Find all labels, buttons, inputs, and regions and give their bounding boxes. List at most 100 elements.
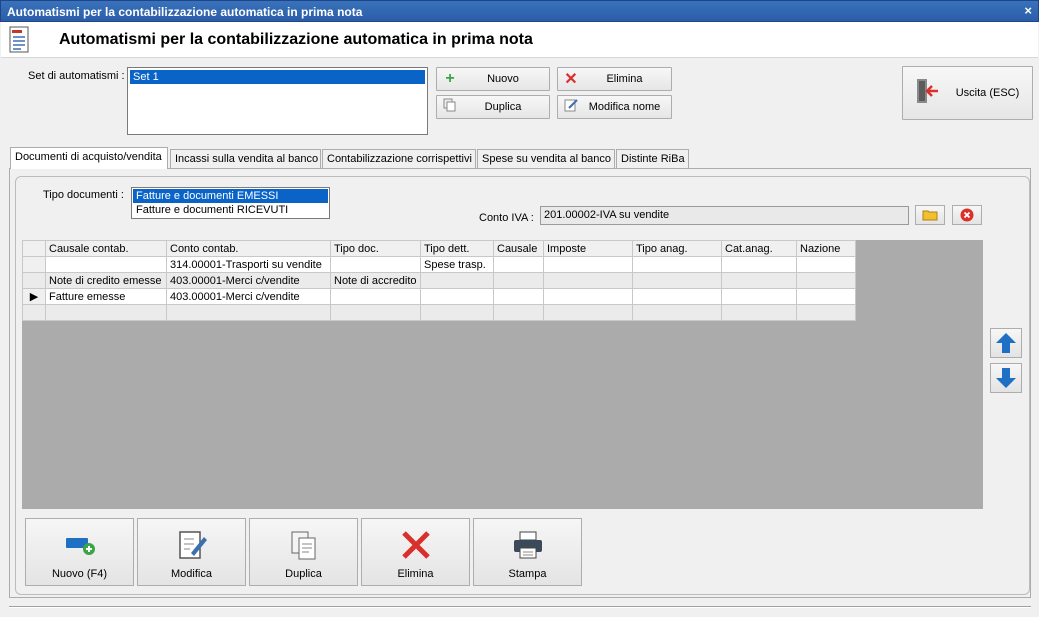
current-row-marker[interactable]: ▶ [22, 288, 46, 305]
x-icon: ✕ [564, 71, 578, 88]
clear-button[interactable] [952, 205, 982, 225]
table-row[interactable]: ▶ Fatture emesse 403.00001-Merci c/vendi… [22, 288, 856, 305]
grid-cell[interactable] [330, 256, 421, 273]
edit-icon [558, 98, 584, 117]
uscita-button[interactable]: Uscita (ESC) [902, 66, 1033, 120]
conto-iva-field[interactable]: 201.00002-IVA su vendite [540, 206, 909, 225]
grid-cell[interactable] [420, 288, 494, 305]
grid-cell[interactable] [721, 288, 797, 305]
grid-cell[interactable] [796, 256, 856, 273]
column-header[interactable]: Tipo dett. [420, 240, 494, 257]
grid-cell[interactable] [493, 256, 544, 273]
grid-cell[interactable]: Fatture emesse [45, 288, 167, 305]
column-header[interactable]: Tipo doc. [330, 240, 421, 257]
browse-button[interactable] [915, 205, 945, 225]
conto-iva-label: Conto IVA : [479, 212, 534, 224]
edit-document-icon [176, 526, 208, 564]
grid-cell[interactable] [166, 304, 331, 321]
grid-cell[interactable] [420, 272, 494, 289]
nuovo-f4-button[interactable]: Nuovo (F4) [25, 518, 134, 586]
stampa-button[interactable]: Stampa [473, 518, 582, 586]
tab-incassi[interactable]: Incassi sulla vendita al banco [170, 149, 321, 169]
grid-cell[interactable] [45, 256, 167, 273]
tab-documenti[interactable]: Documenti di acquisto/vendita [10, 147, 168, 169]
row-header[interactable] [22, 272, 46, 289]
nuovo-label: Nuovo [487, 73, 519, 85]
row-header-corner [22, 240, 46, 257]
nuovo-f4-label: Nuovo (F4) [51, 568, 108, 580]
column-header[interactable]: Causale [493, 240, 544, 257]
close-icon[interactable]: × [1024, 3, 1032, 18]
delete-icon [400, 526, 432, 564]
grid-cell[interactable] [543, 304, 633, 321]
tipo-documenti-label: Tipo documenti : [43, 189, 124, 201]
grid-cell[interactable] [632, 288, 722, 305]
grid-cell[interactable] [493, 304, 544, 321]
modifica-nome-button[interactable]: Modifica nome [557, 95, 672, 119]
grid-cell[interactable] [632, 272, 722, 289]
grid-cell[interactable]: Note di accredito [330, 272, 421, 289]
document-icon [9, 26, 29, 53]
move-down-button[interactable] [990, 363, 1022, 393]
duplica-button[interactable]: Duplica [436, 95, 550, 119]
grid-cell[interactable]: Spese trasp. [420, 256, 494, 273]
grid-cell[interactable] [493, 272, 544, 289]
modifica-nome-label: Modifica nome [588, 101, 661, 113]
grid-cell[interactable] [330, 288, 421, 305]
grid-cell[interactable] [543, 272, 633, 289]
elimina-bottom-label: Elimina [397, 568, 434, 580]
tab-riba[interactable]: Distinte RiBa [616, 149, 689, 169]
arrow-up-icon [996, 333, 1016, 353]
modifica-label: Modifica [171, 568, 212, 580]
grid-cell[interactable]: 403.00001-Merci c/vendite [166, 288, 331, 305]
grid-cell[interactable] [721, 272, 797, 289]
column-header[interactable]: Conto contab. [166, 240, 331, 257]
column-header[interactable]: Tipo anag. [632, 240, 722, 257]
grid-cell[interactable] [796, 272, 856, 289]
elimina-bottom-button[interactable]: Elimina [361, 518, 470, 586]
page-title: Automatismi per la contabilizzazione aut… [59, 31, 533, 48]
grid-cell[interactable] [420, 304, 494, 321]
duplica-bottom-button[interactable]: Duplica [249, 518, 358, 586]
table-row[interactable]: Note di credito emesse 403.00001-Merci c… [22, 272, 856, 289]
grid-cell[interactable]: 403.00001-Merci c/vendite [166, 272, 331, 289]
table-row[interactable] [22, 304, 856, 321]
column-header[interactable]: Nazione [796, 240, 856, 257]
column-header[interactable]: Cat.anag. [721, 240, 797, 257]
uscita-label: Uscita (ESC) [955, 87, 1020, 99]
tipo-documenti-item[interactable]: Fatture e documenti EMESSI [133, 189, 328, 203]
grid-cell[interactable]: 314.00001-Trasporti su vendite [166, 256, 331, 273]
row-header[interactable] [22, 256, 46, 273]
exit-icon [903, 77, 949, 110]
grid-cell[interactable] [543, 288, 633, 305]
grid-cell[interactable] [721, 256, 797, 273]
grid-cell[interactable] [543, 256, 633, 273]
grid-cell[interactable] [632, 256, 722, 273]
set-item-1[interactable]: Set 1 [130, 70, 425, 84]
tab-corrispettivi[interactable]: Contabilizzazione corrispettivi [322, 149, 476, 169]
tipo-documenti-item[interactable]: Fatture e documenti RICEVUTI [133, 203, 328, 217]
move-up-button[interactable] [990, 328, 1022, 358]
page-header: Automatismi per la contabilizzazione aut… [1, 22, 1038, 58]
set-listbox[interactable]: Set 1 [127, 67, 428, 135]
grid-cell[interactable] [330, 304, 421, 321]
grid-cell[interactable] [796, 304, 856, 321]
grid-cell[interactable] [493, 288, 544, 305]
grid-cell[interactable]: Note di credito emesse [45, 272, 167, 289]
grid-cell[interactable] [796, 288, 856, 305]
modifica-button[interactable]: Modifica [137, 518, 246, 586]
grid-cell[interactable] [45, 304, 167, 321]
column-header[interactable]: Imposte [543, 240, 633, 257]
table-row[interactable]: 314.00001-Trasporti su vendite Spese tra… [22, 256, 856, 273]
automatismi-grid[interactable]: Causale contab. Conto contab. Tipo doc. … [22, 240, 856, 321]
window-title: Automatismi per la contabilizzazione aut… [7, 5, 363, 19]
tipo-documenti-listbox[interactable]: Fatture e documenti EMESSI Fatture e doc… [131, 187, 330, 219]
grid-cell[interactable] [721, 304, 797, 321]
elimina-label: Elimina [606, 73, 643, 85]
row-header[interactable] [22, 304, 46, 321]
elimina-button[interactable]: ✕ Elimina [557, 67, 672, 91]
tab-spese[interactable]: Spese su vendita al banco [477, 149, 615, 169]
column-header[interactable]: Causale contab. [45, 240, 167, 257]
nuovo-button[interactable]: + Nuovo [436, 67, 550, 91]
grid-cell[interactable] [632, 304, 722, 321]
